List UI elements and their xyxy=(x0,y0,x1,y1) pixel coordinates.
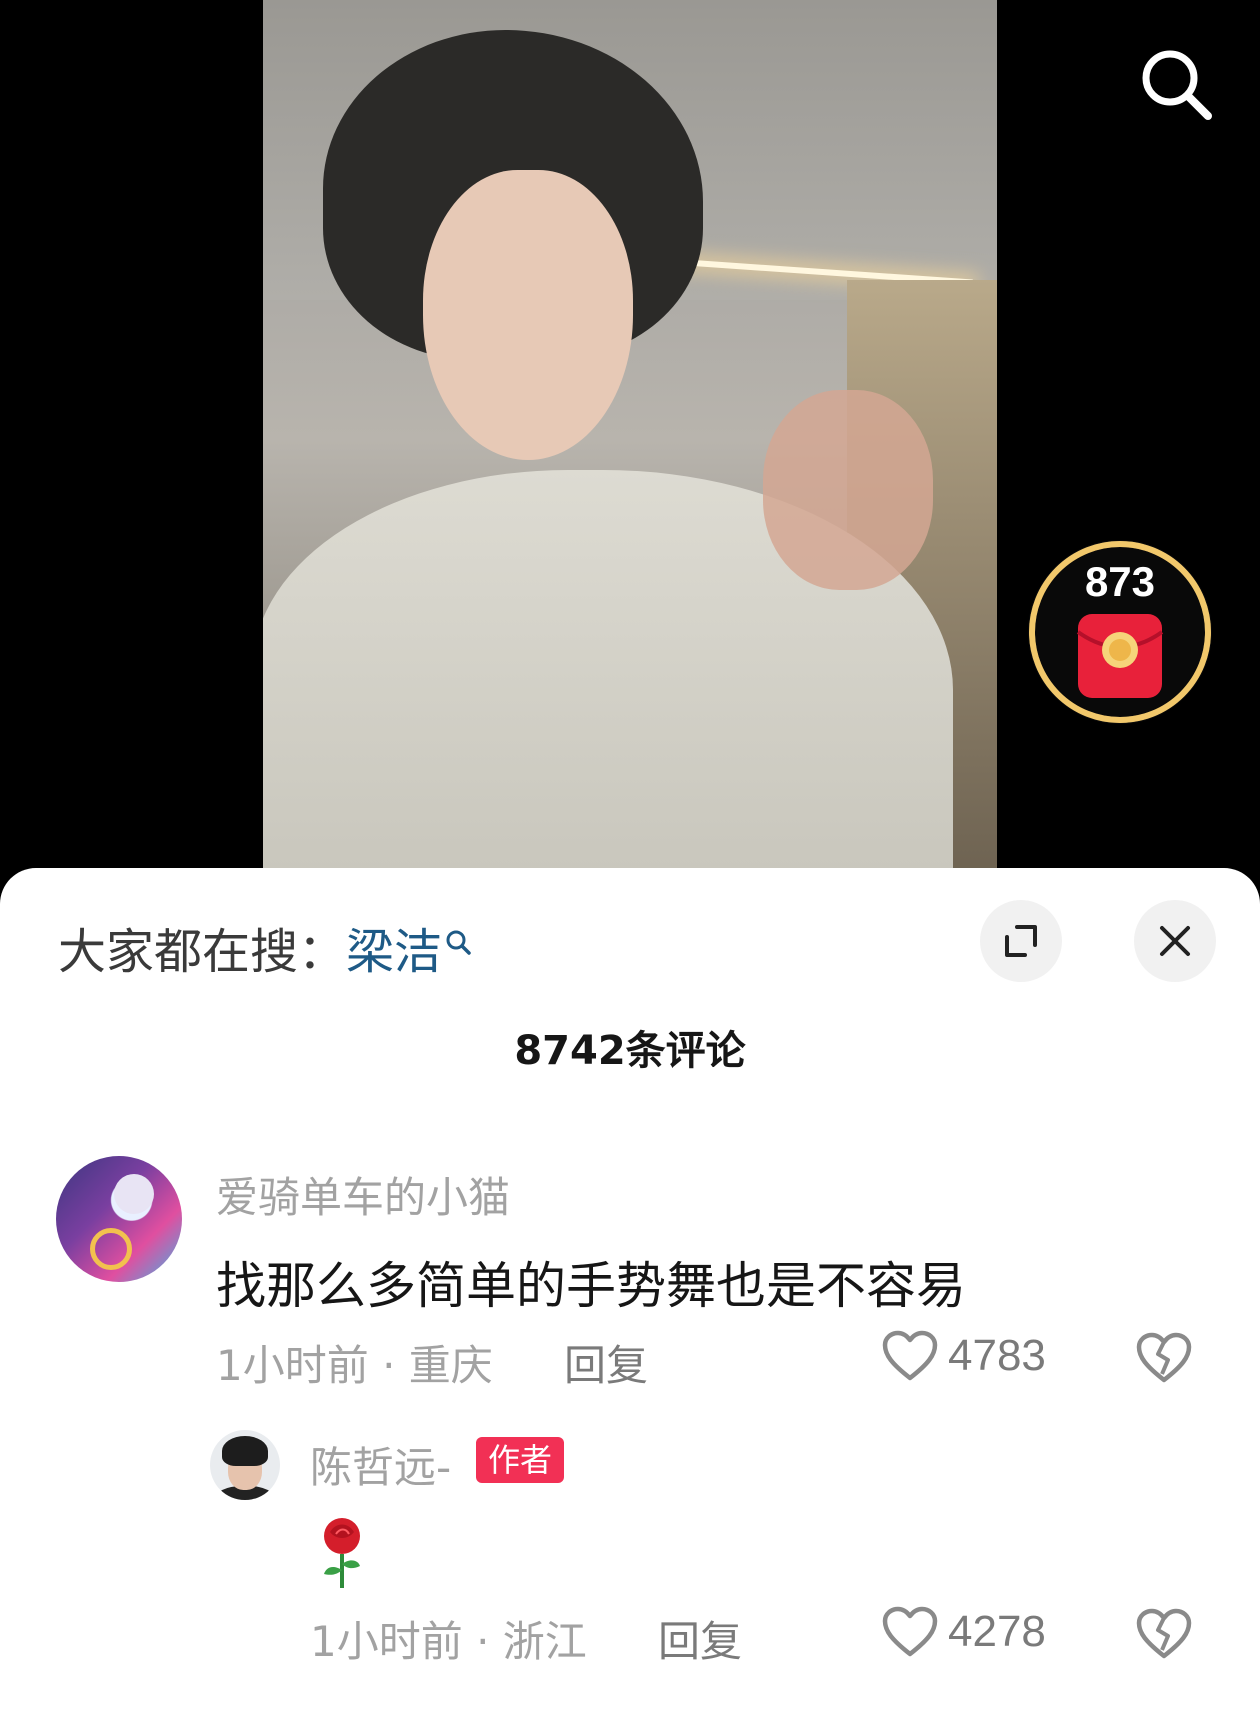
hot-search-prefix: 大家都在搜： xyxy=(58,924,347,980)
reply-button[interactable]: 回复 xyxy=(564,1332,648,1393)
comment-username[interactable]: 爱骑单车的小猫 xyxy=(216,1164,510,1225)
search-icon[interactable] xyxy=(1136,44,1216,124)
video-player[interactable]: 873 xyxy=(0,0,1260,880)
person-face xyxy=(423,170,633,460)
heart-icon xyxy=(882,1330,938,1381)
close-icon xyxy=(1160,926,1190,956)
redpacket-count: 873 xyxy=(1084,558,1156,605)
broken-heart-icon xyxy=(1136,1332,1192,1383)
like-count: 4278 xyxy=(948,1607,1046,1656)
search-small-icon[interactable] xyxy=(444,912,472,968)
reply-button[interactable]: 回复 xyxy=(658,1608,742,1669)
author-badge: 作者 xyxy=(476,1437,565,1483)
avatar[interactable] xyxy=(56,1156,182,1282)
heart-icon xyxy=(882,1606,938,1657)
comment-sheet: 大家都在搜：梁洁 8742条评论 爱骑单车的小猫 找那么多简单的手势舞也是不容易… xyxy=(0,868,1260,1712)
like-button[interactable]: 4278 xyxy=(882,1606,1046,1658)
avatar[interactable] xyxy=(210,1430,280,1500)
comment-time-location: 1小时前 · 重庆 xyxy=(216,1341,493,1390)
dislike-button[interactable] xyxy=(1136,1606,1192,1662)
rose-emoji-icon xyxy=(316,1514,368,1590)
avatar-hair xyxy=(222,1436,268,1466)
redpacket-progress-button[interactable]: 873 xyxy=(1020,532,1220,732)
expand-icon xyxy=(1005,925,1037,957)
avatar-bike xyxy=(90,1228,132,1270)
comment-time-location: 1小时前 · 浙江 xyxy=(310,1617,587,1666)
like-button[interactable]: 4783 xyxy=(882,1330,1046,1382)
hot-search-keyword[interactable]: 梁洁 xyxy=(346,924,442,980)
comment-text: 找那么多简单的手势舞也是不容易 xyxy=(216,1257,966,1315)
comment-count-title: 8742条评论 xyxy=(514,1028,746,1074)
close-button[interactable] xyxy=(1134,900,1216,982)
broken-heart-icon xyxy=(1136,1608,1192,1659)
avatar-cat xyxy=(114,1174,154,1214)
like-count: 4783 xyxy=(948,1331,1046,1380)
dislike-button[interactable] xyxy=(1136,1330,1192,1386)
expand-button[interactable] xyxy=(980,900,1062,982)
video-frame[interactable] xyxy=(263,0,997,880)
person-hand xyxy=(763,390,933,590)
reply-username[interactable]: 陈哲远- xyxy=(310,1434,451,1495)
hot-search-bar: 大家都在搜：梁洁 xyxy=(58,912,472,982)
